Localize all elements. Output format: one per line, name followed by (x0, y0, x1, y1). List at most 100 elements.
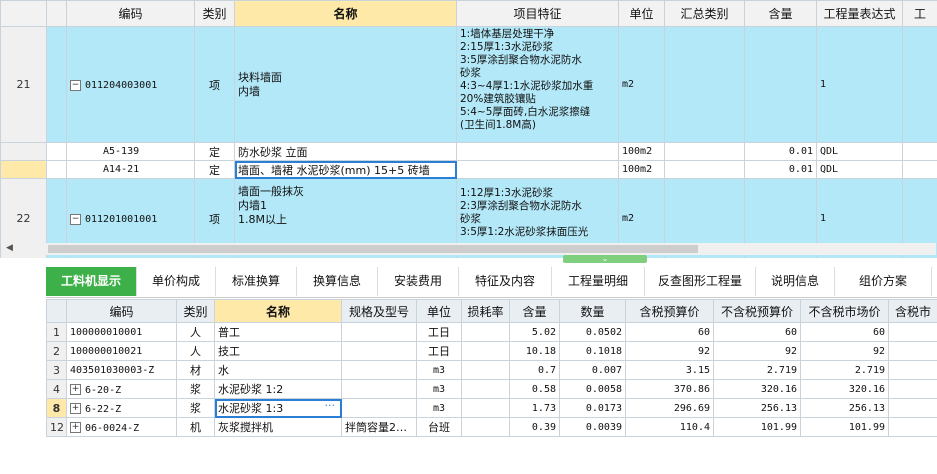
tax-market-price-cell[interactable] (888, 398, 937, 418)
expand-icon[interactable]: + (70, 384, 81, 395)
more-cell[interactable] (902, 142, 937, 161)
tax-budget-price-cell[interactable]: 3.15 (625, 360, 714, 380)
name-cell-selected[interactable]: 墙面、墙裙 水泥砂浆(mm) 15+5 砖墙 (234, 160, 457, 179)
col-header-more[interactable]: 工 (902, 0, 937, 27)
tab-description[interactable]: 说明信息 (756, 267, 835, 296)
spec-cell[interactable] (341, 322, 417, 342)
loss-cell[interactable] (461, 322, 510, 342)
name-cell[interactable]: 块料墙面 内墙 (234, 26, 457, 143)
loss-cell[interactable] (461, 360, 510, 380)
expand-icon[interactable]: + (70, 422, 81, 433)
expr-cell[interactable]: QDL (816, 142, 903, 161)
spec-cell[interactable]: 拌筒容量2… (341, 417, 417, 437)
unit-cell[interactable]: 100m2 (618, 142, 665, 161)
name-cell-selected[interactable]: 水泥砂浆 1:3 ··· (214, 398, 342, 418)
code-cell[interactable]: +6-20-Z (66, 379, 177, 399)
more-options-icon[interactable]: ··· (325, 400, 336, 413)
col-header-loss-rate[interactable]: 损耗率 (461, 299, 510, 323)
summary-cell[interactable] (664, 142, 745, 161)
more-cell[interactable] (902, 160, 937, 179)
amount-cell[interactable]: 1.73 (509, 398, 560, 418)
loss-cell[interactable] (461, 398, 510, 418)
amount-cell[interactable] (744, 26, 817, 143)
col-header-type[interactable]: 类别 (194, 0, 235, 27)
feature-cell[interactable] (456, 142, 619, 161)
unit-cell[interactable]: 台班 (416, 417, 462, 437)
spec-cell[interactable] (341, 360, 417, 380)
notax-budget-price-cell[interactable]: 101.99 (713, 417, 801, 437)
name-cell[interactable]: 水泥砂浆 1:2 (214, 379, 342, 399)
tax-budget-price-cell[interactable]: 110.4 (625, 417, 714, 437)
col-header-amount[interactable]: 含量 (744, 0, 817, 27)
tax-market-price-cell[interactable] (888, 322, 937, 342)
notax-market-price-cell[interactable]: 92 (800, 341, 889, 361)
code-cell[interactable]: A14-21 (66, 160, 195, 179)
name-cell[interactable]: 普工 (214, 322, 342, 342)
quantity-cell[interactable]: 0.1018 (559, 341, 626, 361)
notax-budget-price-cell[interactable]: 320.16 (713, 379, 801, 399)
code-cell[interactable]: +6-22-Z (66, 398, 177, 418)
tab-conversion-info[interactable]: 换算信息 (297, 267, 378, 296)
unit-cell[interactable]: m3 (416, 398, 462, 418)
type-cell[interactable]: 浆 (176, 398, 215, 418)
notax-budget-price-cell[interactable]: 60 (713, 322, 801, 342)
col-header-unit[interactable]: 单位 (618, 0, 665, 27)
amount-cell[interactable]: 0.01 (744, 142, 817, 161)
code-cell[interactable]: −011204003001 (66, 26, 195, 143)
tax-budget-price-cell[interactable]: 296.69 (625, 398, 714, 418)
amount-cell[interactable]: 10.18 (509, 341, 560, 361)
col-header-name[interactable]: 名称 (234, 0, 457, 27)
amount-cell[interactable]: 0.39 (509, 417, 560, 437)
code-cell[interactable]: A5-139 (66, 142, 195, 161)
type-cell[interactable]: 机 (176, 417, 215, 437)
unit-cell[interactable]: 工日 (416, 341, 462, 361)
expand-icon[interactable]: + (70, 403, 81, 414)
quantity-cell[interactable]: 0.007 (559, 360, 626, 380)
unit-cell[interactable]: 100m2 (618, 160, 665, 179)
tax-budget-price-cell[interactable]: 92 (625, 341, 714, 361)
table-row[interactable]: 3 403501030003-Z 材 水 m3 0.7 0.007 3.15 2… (46, 360, 937, 380)
type-cell[interactable]: 人 (176, 341, 215, 361)
type-cell[interactable]: 浆 (176, 379, 215, 399)
quantity-cell[interactable]: 0.0058 (559, 379, 626, 399)
table-row[interactable]: 1 100000010001 人 普工 工日 5.02 0.0502 60 60… (46, 322, 937, 342)
notax-market-price-cell[interactable]: 2.719 (800, 360, 889, 380)
tax-market-price-cell[interactable] (888, 379, 937, 399)
loss-cell[interactable] (461, 341, 510, 361)
name-cell[interactable]: 技工 (214, 341, 342, 361)
unit-cell[interactable]: m3 (416, 360, 462, 380)
col-header-unit[interactable]: 单位 (416, 299, 462, 323)
code-cell[interactable]: +06-0024-Z (66, 417, 177, 437)
summary-cell[interactable] (664, 160, 745, 179)
type-cell[interactable]: 定 (194, 142, 235, 161)
spec-cell[interactable] (341, 341, 417, 361)
amount-cell[interactable]: 0.01 (744, 160, 817, 179)
col-header-amount[interactable]: 含量 (509, 299, 560, 323)
code-cell[interactable]: 100000010001 (66, 322, 177, 342)
col-header-expr[interactable]: 工程量表达式 (816, 0, 903, 27)
table-row[interactable]: 21 −011204003001 项 块料墙面 内墙 1:墙体基层处理干净 2:… (0, 26, 937, 143)
table-row[interactable]: 2 100000010021 人 技工 工日 10.18 0.1018 92 9… (46, 341, 937, 361)
unit-cell[interactable]: 工日 (416, 322, 462, 342)
col-header-code[interactable]: 编码 (66, 299, 177, 323)
feature-cell[interactable] (456, 160, 619, 179)
col-header-tax-budget-price[interactable]: 含税预算价 (625, 299, 714, 323)
tab-quantity-detail[interactable]: 工程量明细 (552, 267, 645, 296)
tab-pricing-plan[interactable]: 组价方案 (835, 267, 932, 296)
amount-cell[interactable]: 5.02 (509, 322, 560, 342)
col-header-tax-market-price[interactable]: 含税市 (888, 299, 937, 323)
notax-budget-price-cell[interactable]: 2.719 (713, 360, 801, 380)
expr-cell[interactable]: 1 (816, 26, 903, 143)
col-header-code[interactable]: 编码 (66, 0, 195, 27)
type-cell[interactable]: 材 (176, 360, 215, 380)
col-header-summary[interactable]: 汇总类别 (664, 0, 745, 27)
name-cell[interactable]: 防水砂浆 立面 (234, 142, 457, 161)
unit-cell[interactable]: m3 (416, 379, 462, 399)
code-cell[interactable]: 403501030003-Z (66, 360, 177, 380)
collapse-icon[interactable]: − (70, 79, 81, 91)
collapse-icon[interactable]: − (70, 213, 81, 225)
notax-budget-price-cell[interactable]: 92 (713, 341, 801, 361)
amount-cell[interactable]: 0.7 (509, 360, 560, 380)
loss-cell[interactable] (461, 417, 510, 437)
spec-cell[interactable] (341, 379, 417, 399)
